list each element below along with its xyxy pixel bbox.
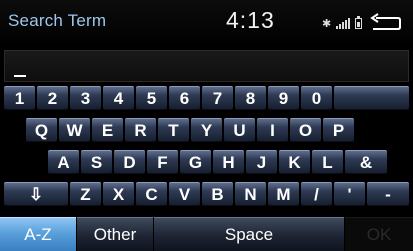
bluetooth-icon: ✱ <box>322 17 332 30</box>
key-t[interactable]: T <box>158 118 189 142</box>
key-u[interactable]: U <box>224 118 255 142</box>
ok-button[interactable]: OK <box>345 217 413 251</box>
key-5[interactable]: 5 <box>136 86 167 110</box>
key-l[interactable]: L <box>312 150 343 174</box>
key-n[interactable]: N <box>235 182 266 206</box>
shift-key-icon[interactable]: ⇩ <box>4 182 68 206</box>
key-g[interactable]: G <box>180 150 211 174</box>
tab-a-z[interactable]: A-Z <box>0 217 76 251</box>
key-k[interactable]: K <box>279 150 310 174</box>
key-ampersand[interactable]: & <box>345 150 387 174</box>
key-i[interactable]: I <box>257 118 288 142</box>
tab-other[interactable]: Other <box>77 217 153 251</box>
key-0[interactable]: 0 <box>301 86 332 110</box>
key-q[interactable]: Q <box>26 118 57 142</box>
key-blank[interactable] <box>334 86 409 110</box>
key-a[interactable]: A <box>48 150 79 174</box>
back-arrow-icon[interactable] <box>368 12 402 34</box>
search-input[interactable] <box>4 50 409 82</box>
space-button[interactable]: Space <box>154 217 344 251</box>
keyboard-mode-bar: A-Z Other Space OK <box>0 217 413 251</box>
key-7[interactable]: 7 <box>202 86 233 110</box>
key-h[interactable]: H <box>213 150 244 174</box>
key-slash[interactable]: / <box>301 182 332 206</box>
key-f[interactable]: F <box>147 150 178 174</box>
key-r[interactable]: R <box>125 118 156 142</box>
key-e[interactable]: E <box>92 118 123 142</box>
key-apostrophe[interactable]: ' <box>334 182 365 206</box>
key-x[interactable]: X <box>103 182 134 206</box>
battery-icon <box>355 15 363 29</box>
key-o[interactable]: O <box>290 118 321 142</box>
key-s[interactable]: S <box>81 150 112 174</box>
key-9[interactable]: 9 <box>268 86 299 110</box>
key-p[interactable]: P <box>323 118 354 142</box>
key-2[interactable]: 2 <box>37 86 68 110</box>
key-6[interactable]: 6 <box>169 86 200 110</box>
key-1[interactable]: 1 <box>4 86 35 110</box>
key-j[interactable]: J <box>246 150 277 174</box>
keyboard-row-asdf: A S D F G H J K L & <box>0 150 413 174</box>
keyboard-row-qwerty: Q W E R T Y U I O P <box>0 118 413 142</box>
keyboard-row-numbers: 1 2 3 4 5 6 7 8 9 0 <box>0 86 413 110</box>
text-cursor <box>14 75 26 77</box>
key-d[interactable]: D <box>114 150 145 174</box>
key-c[interactable]: C <box>136 182 167 206</box>
key-3[interactable]: 3 <box>70 86 101 110</box>
key-b[interactable]: B <box>202 182 233 206</box>
keyboard-row-zxcv: ⇩ Z X C V B N M / ' - <box>0 182 413 206</box>
key-4[interactable]: 4 <box>103 86 134 110</box>
key-hyphen[interactable]: - <box>367 182 409 206</box>
key-y[interactable]: Y <box>191 118 222 142</box>
signal-icon <box>336 17 351 29</box>
key-w[interactable]: W <box>59 118 90 142</box>
key-m[interactable]: M <box>268 182 299 206</box>
header-bar: Search Term 4:13 ✱ <box>0 0 413 46</box>
key-8[interactable]: 8 <box>235 86 266 110</box>
key-v[interactable]: V <box>169 182 200 206</box>
status-icons: ✱ <box>322 14 363 32</box>
clock: 4:13 <box>226 7 275 33</box>
key-z[interactable]: Z <box>70 182 101 206</box>
page-title: Search Term <box>8 11 107 30</box>
